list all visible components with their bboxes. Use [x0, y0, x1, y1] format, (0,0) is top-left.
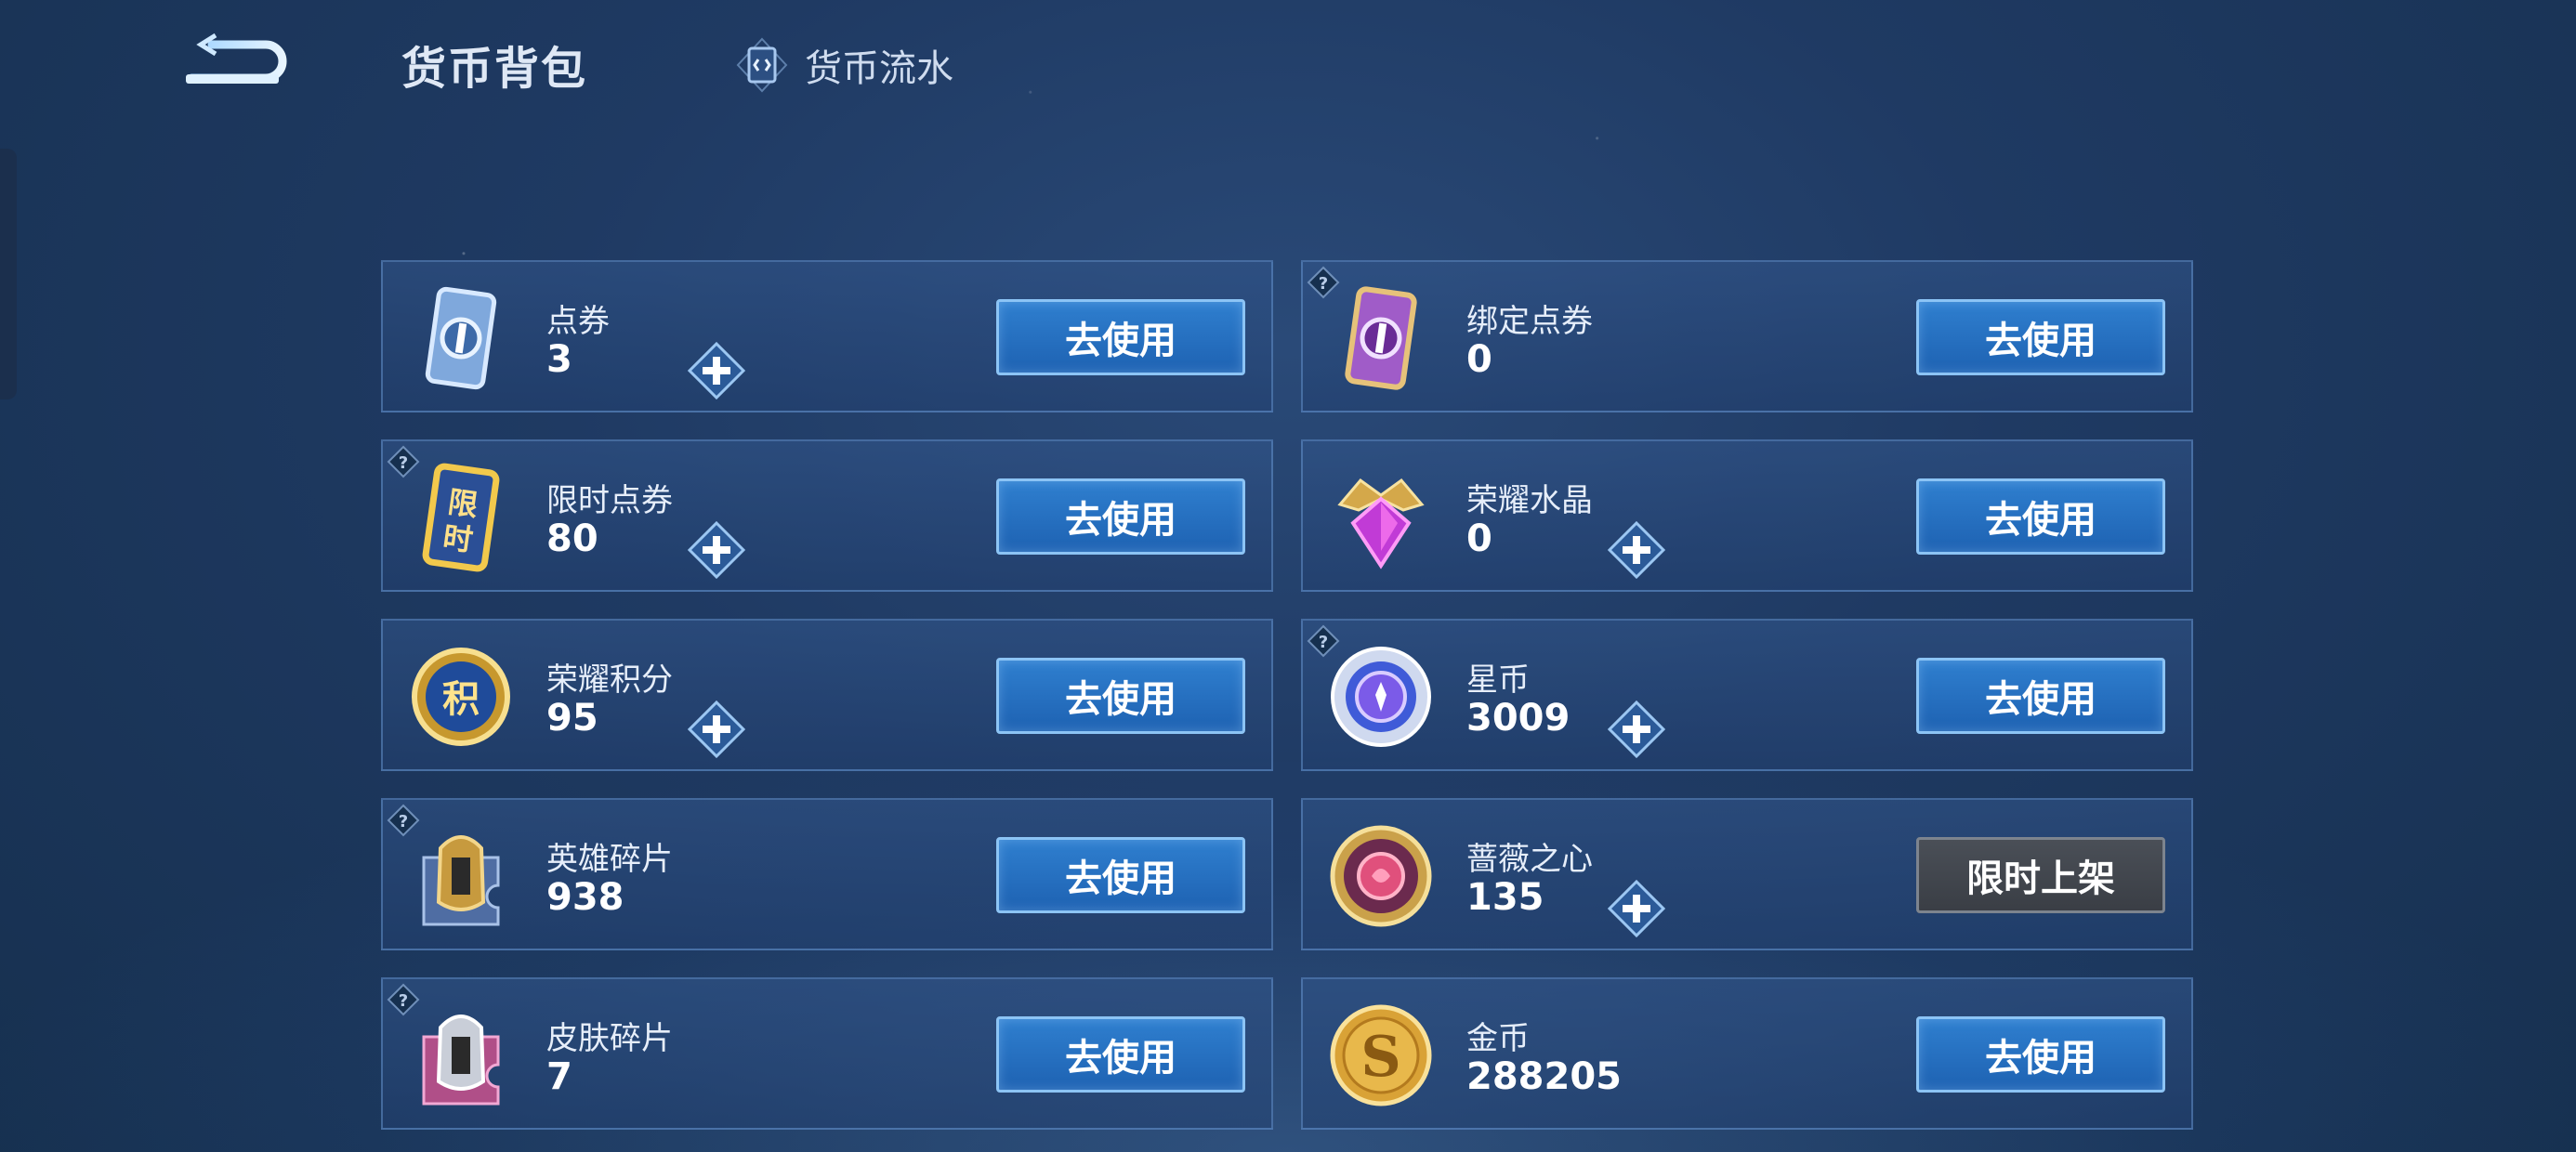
hero-fragment-icon: [407, 820, 515, 932]
use-button[interactable]: 去使用: [996, 837, 1245, 913]
currency-name: 荣耀水晶: [1466, 482, 1593, 519]
currency-card: S 金币 288205 去使用: [1301, 977, 2193, 1130]
currency-amount: 0: [1466, 517, 1492, 560]
add-currency-button[interactable]: [1607, 700, 1666, 759]
use-button[interactable]: 去使用: [1916, 478, 2165, 555]
add-currency-button[interactable]: [687, 520, 746, 580]
currency-amount: 288205: [1466, 1055, 1622, 1098]
use-button[interactable]: 去使用: [1916, 1016, 2165, 1093]
back-button[interactable]: [184, 33, 292, 91]
currency-name: 蔷薇之心: [1466, 841, 1593, 878]
currency-card: 点券 3 去使用: [381, 260, 1273, 412]
svg-text:限: 限: [446, 484, 480, 523]
currency-name: 星币: [1466, 661, 1530, 699]
plus-icon: [687, 700, 746, 762]
plus-icon: [1607, 879, 1666, 941]
ledger-icon: [736, 37, 788, 93]
currency-card: ? 星币 3009 去使用: [1301, 619, 2193, 771]
currency-name: 点券: [546, 303, 610, 340]
currency-amount: 938: [546, 876, 624, 919]
plus-icon: [1607, 520, 1666, 583]
svg-text:积: 积: [442, 678, 480, 721]
currency-amount: 135: [1466, 876, 1544, 919]
plus-icon: [687, 341, 746, 403]
skin-fragment-icon: [407, 1000, 515, 1111]
page-title: 货币背包: [401, 43, 588, 95]
currency-amount: 80: [546, 517, 598, 560]
currency-card: 积 荣耀积分 95 去使用: [381, 619, 1273, 771]
add-currency-button[interactable]: [1607, 520, 1666, 580]
currency-amount: 3: [546, 338, 572, 381]
glory-points-icon: 积: [407, 641, 515, 753]
currency-card: ? 英雄碎片 938 去使用: [381, 798, 1273, 950]
add-currency-button[interactable]: [687, 341, 746, 400]
svg-text:S: S: [1360, 1025, 1400, 1090]
currency-name: 金币: [1466, 1020, 1530, 1057]
gold-coin-icon: S: [1327, 1000, 1435, 1111]
use-button[interactable]: 去使用: [996, 478, 1245, 555]
currency-name: 英雄碎片: [546, 841, 673, 878]
currency-card: 荣耀水晶 0 去使用: [1301, 439, 2193, 592]
star-coin-icon: [1327, 641, 1435, 753]
currency-name: 限时点券: [546, 482, 673, 519]
limited-ticket-icon: 限时: [407, 462, 515, 573]
currency-amount: 0: [1466, 338, 1492, 381]
limited-launch-button[interactable]: 限时上架: [1916, 837, 2165, 913]
currency-amount: 95: [546, 697, 598, 740]
currency-card: ? 限时限时点券 80 去使用: [381, 439, 1273, 592]
use-button[interactable]: 去使用: [996, 1016, 1245, 1093]
use-button[interactable]: 去使用: [996, 299, 1245, 375]
glory-crystal-icon: [1327, 462, 1435, 573]
currency-name: 皮肤碎片: [546, 1020, 673, 1057]
use-button[interactable]: 去使用: [1916, 299, 2165, 375]
back-arrow-icon: [186, 33, 287, 84]
currency-name: 绑定点券: [1466, 303, 1593, 340]
plus-icon: [1607, 700, 1666, 762]
currency-card: ? 绑定点券 0 去使用: [1301, 260, 2193, 412]
currency-amount: 3009: [1466, 697, 1571, 740]
use-button[interactable]: 去使用: [1916, 658, 2165, 734]
use-button[interactable]: 去使用: [996, 658, 1245, 734]
ticket-purple-icon: [1327, 282, 1435, 394]
add-currency-button[interactable]: [687, 700, 746, 759]
ticket-blue-icon: [407, 282, 515, 394]
side-drawer-handle[interactable]: [0, 149, 17, 399]
currency-flow-label: 货币流水: [805, 47, 953, 90]
currency-card: ? 皮肤碎片 7 去使用: [381, 977, 1273, 1130]
plus-icon: [687, 520, 746, 583]
svg-text:时: 时: [440, 519, 475, 558]
add-currency-button[interactable]: [1607, 879, 1666, 938]
currency-name: 荣耀积分: [546, 661, 673, 699]
currency-card: 蔷薇之心 135 限时上架: [1301, 798, 2193, 950]
rose-heart-icon: [1327, 820, 1435, 932]
currency-flow-link[interactable]: 货币流水: [736, 37, 953, 93]
currency-amount: 7: [546, 1055, 572, 1098]
